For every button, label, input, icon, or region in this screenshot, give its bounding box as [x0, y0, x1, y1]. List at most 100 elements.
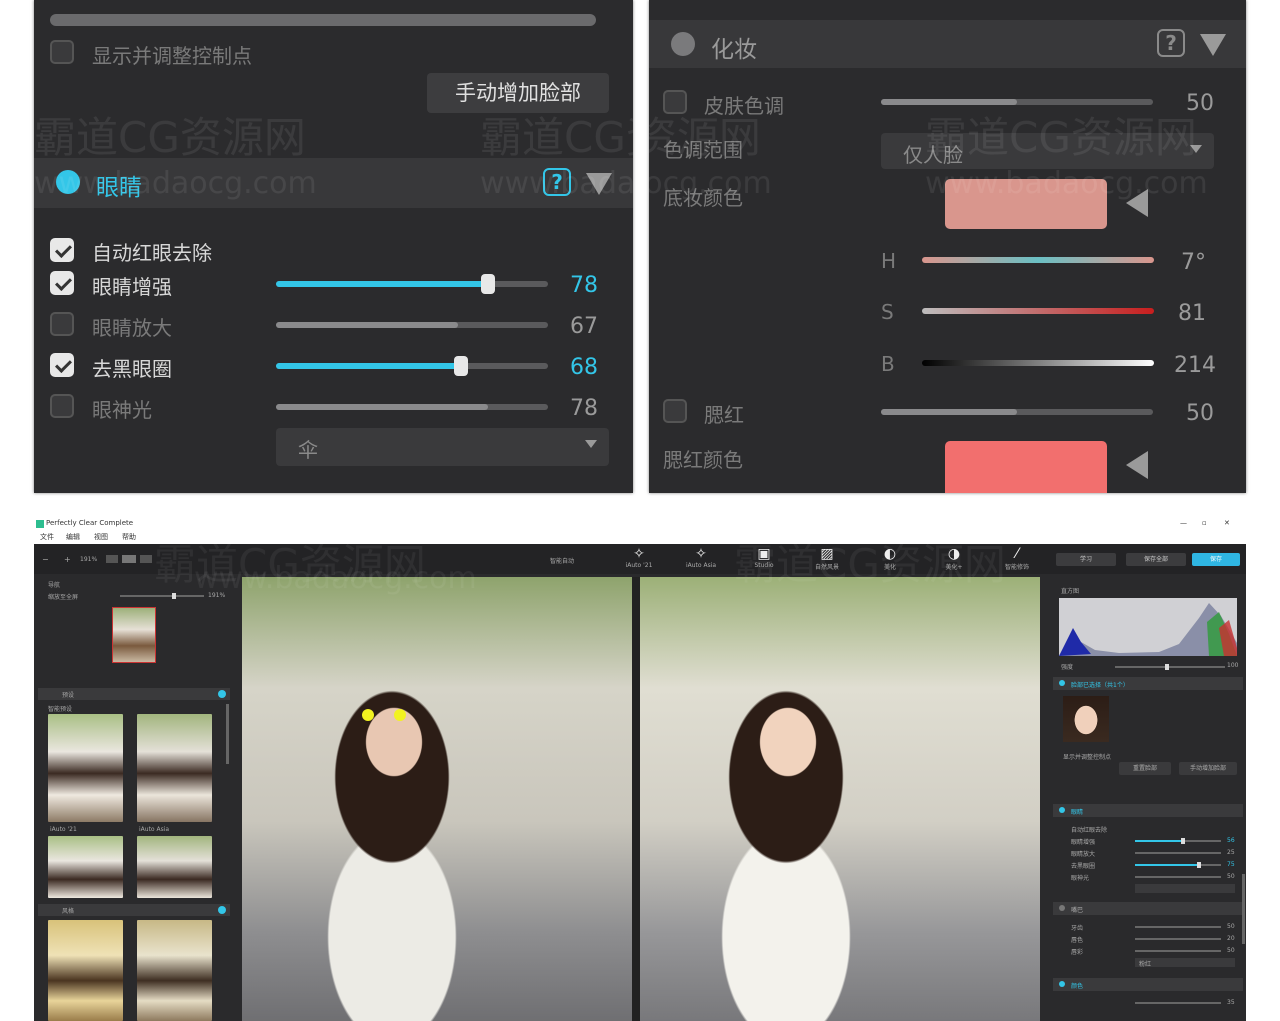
dark-circle-slider[interactable] [276, 356, 548, 376]
eye-enhance-checkbox[interactable] [50, 271, 74, 295]
face-thumbnail[interactable] [1063, 696, 1109, 742]
color-picker-arrow-icon[interactable] [1126, 451, 1148, 479]
slider-handle[interactable] [453, 356, 468, 376]
split-view-icon[interactable] [122, 555, 136, 563]
makeup-section-header[interactable]: 颜色 [1053, 978, 1243, 991]
collapse-triangle-icon[interactable] [586, 173, 612, 195]
strength-slider[interactable] [1115, 664, 1225, 670]
blush-slider[interactable] [881, 409, 1153, 415]
tool-landscape[interactable]: ▨ 自然风景 [800, 546, 854, 572]
corrected-photo[interactable] [640, 577, 1040, 1021]
catchlight-checkbox[interactable] [50, 394, 74, 418]
show-control-points-checkbox[interactable] [50, 40, 74, 64]
brightness-slider[interactable] [922, 360, 1154, 366]
save-button[interactable]: 保存 [1192, 553, 1240, 566]
makeup-section-header[interactable]: 化妆 ? [649, 20, 1246, 68]
catchlight-select[interactable]: 伞 [276, 428, 609, 466]
section-disabled-dot[interactable] [1059, 905, 1065, 911]
hue-slider[interactable] [922, 257, 1154, 263]
mouth-mini-select[interactable]: 粉红 [1135, 958, 1235, 968]
preset-thumbnail[interactable] [48, 836, 123, 898]
close-button[interactable]: ✕ [1224, 519, 1230, 527]
show-points-label: 显示并调整控制点 [1063, 754, 1112, 761]
help-icon[interactable] [218, 690, 226, 698]
add-face-button[interactable]: 手动增加脸部 [1179, 762, 1237, 775]
skin-tone-slider[interactable] [881, 99, 1153, 105]
navigator-thumbnail[interactable] [112, 607, 156, 663]
menu-view[interactable]: 视图 [94, 532, 108, 542]
style-thumbnail[interactable] [48, 920, 123, 1021]
single-view-icon[interactable] [106, 555, 118, 563]
section-enabled-dot[interactable] [56, 170, 80, 194]
navigator-zoom-slider[interactable] [120, 593, 204, 599]
catchlight-mini-slider[interactable] [1135, 876, 1221, 878]
add-face-button[interactable]: 手动增加脸部 [427, 73, 609, 113]
dark-circle-checkbox[interactable] [50, 353, 74, 377]
eye-enlarge-checkbox[interactable] [50, 312, 74, 336]
section-disabled-dot[interactable] [671, 32, 695, 56]
lip-color-mini-slider[interactable] [1135, 938, 1221, 940]
tool-smart-retouch[interactable]: ⁄ 智能修饰 [990, 546, 1044, 572]
mouth-section-header[interactable]: 嘴巴 [1053, 902, 1243, 915]
original-photo[interactable] [242, 577, 632, 1021]
auto-redeye-checkbox[interactable] [50, 238, 74, 262]
section-enabled-dot[interactable] [1059, 807, 1065, 813]
reset-face-button[interactable]: 重置脸部 [1119, 762, 1171, 775]
eye-control-point[interactable] [394, 709, 406, 721]
panel-scrollbar[interactable] [50, 14, 596, 26]
lip-gloss-mini-slider[interactable] [1135, 950, 1221, 952]
saturation-slider[interactable] [922, 308, 1154, 314]
presets-scrollbar[interactable] [226, 704, 229, 764]
face-section-header[interactable]: 脸部已选择（共1个） [1053, 677, 1243, 690]
blush-checkbox[interactable] [663, 399, 687, 423]
right-panel-scrollbar[interactable] [1242, 874, 1245, 944]
eye-enlarge-mini-slider[interactable] [1135, 852, 1221, 854]
style-thumbnail[interactable] [137, 920, 212, 1021]
tool-beautify-plus[interactable]: ◑ 美化+ [927, 546, 981, 572]
catchlight-mini-select[interactable] [1135, 884, 1235, 893]
eye-enhance-mini-slider[interactable] [1135, 838, 1221, 844]
section-enabled-dot[interactable] [1059, 680, 1065, 686]
zoom-in-icon[interactable]: + [64, 555, 71, 564]
menu-file[interactable]: 文件 [40, 532, 54, 542]
catchlight-slider[interactable] [276, 404, 548, 410]
collapse-triangle-icon[interactable] [1200, 34, 1226, 56]
section-enabled-dot[interactable] [1059, 981, 1065, 987]
eye-enlarge-slider[interactable] [276, 322, 548, 328]
presets-header[interactable]: 预设 [38, 688, 230, 700]
minimize-button[interactable]: — [1180, 519, 1187, 527]
color-picker-arrow-icon[interactable] [1126, 189, 1148, 217]
makeup-mini-slider[interactable] [1135, 1002, 1221, 1004]
learn-button[interactable]: 学习 [1056, 553, 1116, 566]
eyes-section-header[interactable]: 眼睛 [1053, 804, 1243, 817]
dark-circle-mini-slider[interactable] [1135, 862, 1221, 868]
help-icon[interactable] [218, 906, 226, 914]
maximize-button[interactable]: ▫ [1202, 519, 1207, 527]
tool-studio[interactable]: ▣ Studio [737, 546, 791, 572]
tool-iauto-asia[interactable]: ✧ iAuto Asia [674, 546, 728, 572]
eye-control-point[interactable] [362, 709, 374, 721]
split-divider[interactable] [632, 577, 640, 1021]
help-icon[interactable]: ? [1157, 29, 1185, 57]
preset-thumbnail[interactable] [137, 714, 212, 822]
blush-color-swatch[interactable] [945, 441, 1107, 493]
help-icon[interactable]: ? [543, 168, 571, 196]
eyes-section-header[interactable]: 眼睛 ? [34, 158, 633, 208]
foundation-color-swatch[interactable] [945, 179, 1107, 229]
compare-view-icon[interactable] [140, 555, 152, 563]
preset-select[interactable]: 智能自动 [550, 556, 574, 565]
tool-iauto-21[interactable]: ✧ iAuto '21 [612, 546, 666, 572]
tool-beautify[interactable]: ◐ 美化 [863, 546, 917, 572]
zoom-out-icon[interactable]: − [42, 555, 49, 564]
teeth-mini-slider[interactable] [1135, 926, 1221, 928]
preset-thumbnail[interactable] [137, 836, 212, 898]
tone-range-select[interactable]: 仅人脸 [881, 133, 1214, 169]
styles-header[interactable]: 风格 [38, 904, 230, 916]
save-all-button[interactable]: 保存全部 [1126, 553, 1186, 566]
preset-thumbnail[interactable] [48, 714, 123, 822]
menu-help[interactable]: 帮助 [122, 532, 136, 542]
menu-edit[interactable]: 编辑 [66, 532, 80, 542]
eye-enhance-slider[interactable] [276, 274, 548, 294]
skin-tone-checkbox[interactable] [663, 90, 687, 114]
slider-handle[interactable] [481, 274, 496, 294]
